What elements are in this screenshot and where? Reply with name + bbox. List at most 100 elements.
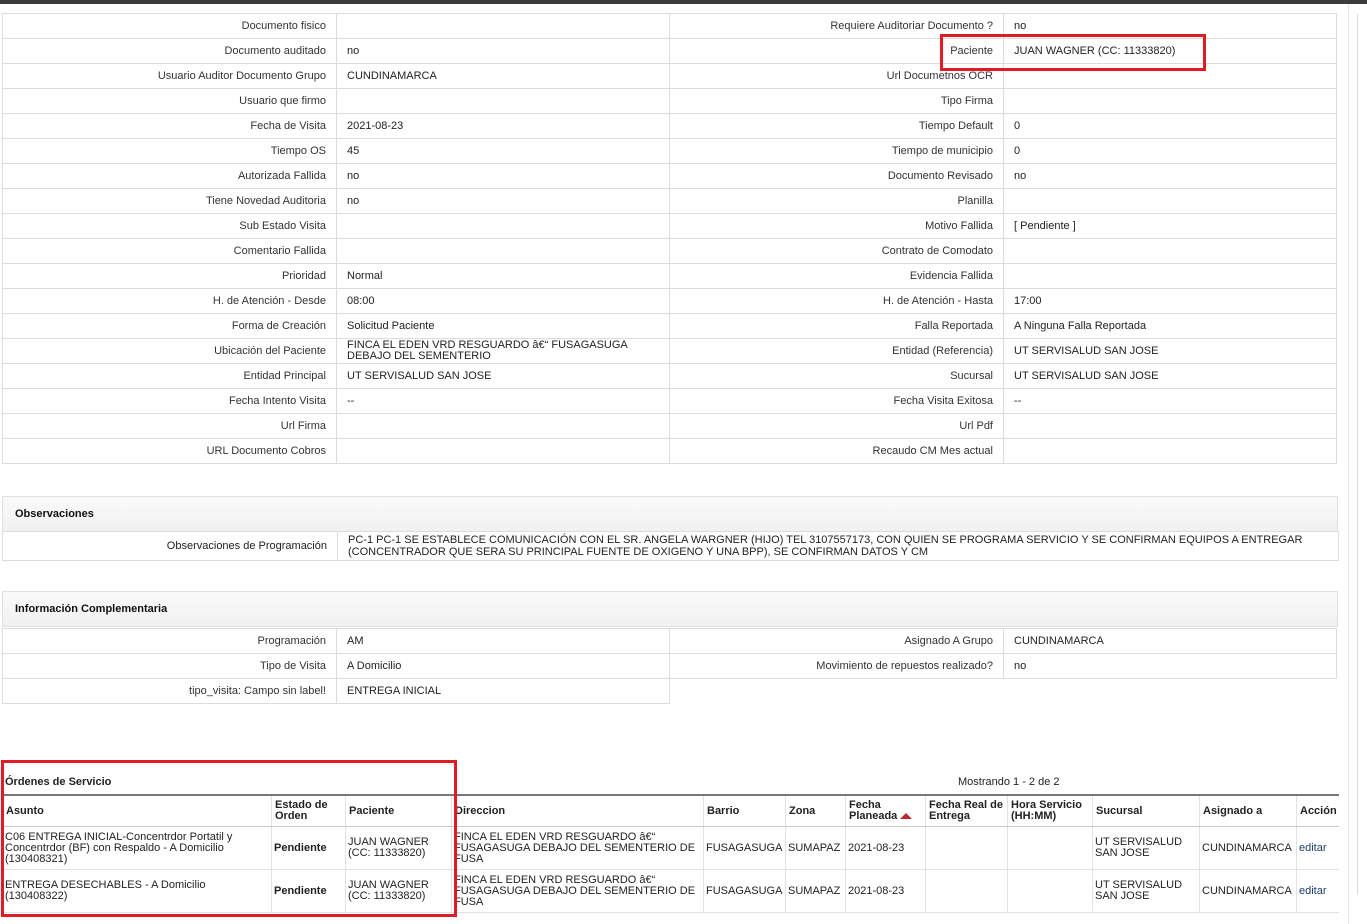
orden-zona: SUMAPAZ	[785, 869, 846, 913]
orden-row: C06 ENTREGA INICIAL-Concentrdor Portatil…	[2, 826, 1339, 870]
detail-label: Usuario Auditor Documento Grupo	[2, 63, 337, 89]
detail-row: Tiempo OS 45 Tiempo de municipio 0	[2, 138, 1337, 164]
col-barrio[interactable]: Barrio	[703, 794, 786, 827]
detail-row: Usuario que firmo Tipo Firma	[2, 88, 1337, 114]
detail-value: FINCA EL EDEN VRD RESGUARDO â€“ FUSAGASU…	[336, 338, 670, 364]
detail-label: Recaudo CM Mes actual	[669, 438, 1004, 464]
orden-asignado: CUNDINAMARCA	[1199, 869, 1297, 913]
detail-value: no	[336, 188, 670, 214]
orden-paciente: JUAN WAGNER (CC: 11333820)	[345, 869, 452, 913]
complementaria-table: Programación AM Asignado A Grupo CUNDINAMAR…	[2, 628, 1337, 704]
detail-value: no	[1003, 163, 1337, 189]
detail-value: Solicitud Paciente	[336, 313, 670, 339]
detail-row: Autorizada Fallida no Documento Revisado no	[2, 163, 1337, 189]
col-fecha-planeada-label: Fecha Planeada	[849, 799, 898, 822]
col-hora[interactable]: Hora Servicio (HH:MM)	[1007, 794, 1093, 827]
orden-direccion: FINCA EL EDEN VRD RESGUARDO â€“ FUSAGASU…	[451, 826, 704, 870]
orden-fecha-real	[925, 826, 1008, 870]
detail-label: Tiempo Default	[669, 113, 1004, 139]
detail-label: Paciente	[669, 38, 1004, 64]
observaciones-table: Observaciones de Programación PC-1 PC-1 …	[2, 531, 1339, 561]
detail-row: Sub Estado Visita Motivo Fallida[ Pendien…	[2, 213, 1337, 239]
col-zona[interactable]: Zona	[785, 794, 846, 827]
detail-value	[1003, 188, 1337, 214]
detail-label: Fecha Visita Exitosa	[669, 388, 1004, 414]
detail-label: Forma de Creación	[2, 313, 337, 339]
col-fecha-real[interactable]: Fecha Real de Entrega	[925, 794, 1008, 827]
sort-ascending-icon[interactable]	[900, 813, 913, 820]
detail-value: CUNDINAMARCA	[336, 63, 670, 89]
detail-value	[336, 413, 670, 439]
detail-label: Fecha Intento Visita	[2, 388, 337, 414]
detail-label: Url Documetnos OCR	[669, 63, 1004, 89]
detail-value	[1003, 438, 1337, 464]
detail-value	[336, 238, 670, 264]
detail-value: 2021-08-23	[336, 113, 670, 139]
editar-link[interactable]: editar	[1299, 842, 1327, 854]
col-estado[interactable]: Estado de Orden	[271, 794, 346, 827]
detail-label: Contrato de Comodato	[669, 238, 1004, 264]
orden-estado: Pendiente	[271, 826, 346, 870]
detail-label: Url Firma	[2, 413, 337, 439]
detail-row: H. de Atención - Desde 08:00 H. de Atenció…	[2, 288, 1337, 314]
detail-label: Usuario que firmo	[2, 88, 337, 114]
detail-row: Forma de Creación Solicitud Paciente Falla…	[2, 313, 1337, 339]
complementaria-value: no	[1003, 653, 1337, 679]
detail-row: Prioridad Normal Evidencia Fallida	[2, 263, 1337, 289]
detail-value	[336, 438, 670, 464]
observaciones-row: Observaciones de Programación PC-1 PC-1 …	[2, 531, 1339, 561]
complementaria-value: A Domicilio	[336, 653, 670, 679]
detail-row: Tiene Novedad Auditoria no Planilla	[2, 188, 1337, 214]
detail-value: UT SERVISALUD SAN JOSE	[1003, 338, 1337, 364]
col-asunto[interactable]: Asunto	[2, 794, 272, 827]
col-asignado[interactable]: Asignado a	[1199, 794, 1297, 827]
editar-link[interactable]: editar	[1299, 885, 1327, 897]
ordenes-header-row: Asunto Estado de Orden Paciente Direccio…	[2, 794, 1339, 827]
complementaria-label: tipo_visita: Campo sin label!	[2, 678, 337, 704]
detail-label: Tipo Firma	[669, 88, 1004, 114]
detail-value	[1003, 238, 1337, 264]
orden-accion[interactable]: editar	[1296, 869, 1339, 913]
detail-value: Normal	[336, 263, 670, 289]
detail-value: --	[336, 388, 670, 414]
complementaria-value: AM	[336, 628, 670, 654]
detail-value: JUAN WAGNER (CC: 11333820)	[1003, 38, 1337, 64]
detail-value: 17:00	[1003, 288, 1337, 314]
col-paciente[interactable]: Paciente	[345, 794, 452, 827]
col-sucursal[interactable]: Sucursal	[1092, 794, 1200, 827]
complementaria-label: Movimiento de repuestos realizado?	[669, 653, 1004, 679]
ordenes-title: Órdenes de Servicio	[5, 776, 112, 788]
observaciones-section-title: Observaciones	[2, 496, 1338, 532]
detail-row: Documento fisico Requiere Auditoriar Docu…	[2, 13, 1337, 39]
complementaria-row: Tipo de Visita A Domicilio Movimiento de r…	[2, 653, 1337, 679]
detail-row: Usuario Auditor Documento Grupo CUNDINAMA…	[2, 63, 1337, 89]
orden-zona: SUMAPAZ	[785, 826, 846, 870]
detail-value: UT SERVISALUD SAN JOSE	[1003, 363, 1337, 389]
detail-row: Entidad Principal UT SERVISALUD SAN JOSE S…	[2, 363, 1337, 389]
orden-barrio: FUSAGASUGA	[703, 869, 786, 913]
orden-asignado: CUNDINAMARCA	[1199, 826, 1297, 870]
detail-label: Documento Revisado	[669, 163, 1004, 189]
detail-label: Documento auditado	[2, 38, 337, 64]
ordenes-table: Asunto Estado de Orden Paciente Direccio…	[2, 794, 1339, 913]
orden-accion[interactable]: editar	[1296, 826, 1339, 870]
orden-asunto: C06 ENTREGA INICIAL-Concentrdor Portatil…	[2, 826, 272, 870]
detail-value	[336, 88, 670, 114]
detail-row: Comentario Fallida Contrato de Comodato	[2, 238, 1337, 264]
col-accion: Acción	[1296, 794, 1339, 827]
detail-value: no	[1003, 13, 1337, 39]
orden-asunto: ENTREGA DESECHABLES - A Domicilio (13040…	[2, 869, 272, 913]
detail-label: Prioridad	[2, 263, 337, 289]
detail-row: Fecha Intento Visita -- Fecha Visita Exito…	[2, 388, 1337, 414]
detail-label: Fecha de Visita	[2, 113, 337, 139]
detail-value: --	[1003, 388, 1337, 414]
detail-value: 08:00	[336, 288, 670, 314]
detail-row: Fecha de Visita 2021-08-23 Tiempo Default 0	[2, 113, 1337, 139]
col-fecha-planeada[interactable]: Fecha Planeada	[845, 794, 926, 827]
orden-fecha-real	[925, 869, 1008, 913]
detail-label: Requiere Auditoriar Documento ?	[669, 13, 1004, 39]
col-direccion[interactable]: Direccion	[451, 794, 704, 827]
detail-label: Entidad (Referencia)	[669, 338, 1004, 364]
complementaria-value: ENTREGA INICIAL	[336, 678, 670, 704]
detail-value	[336, 13, 670, 39]
